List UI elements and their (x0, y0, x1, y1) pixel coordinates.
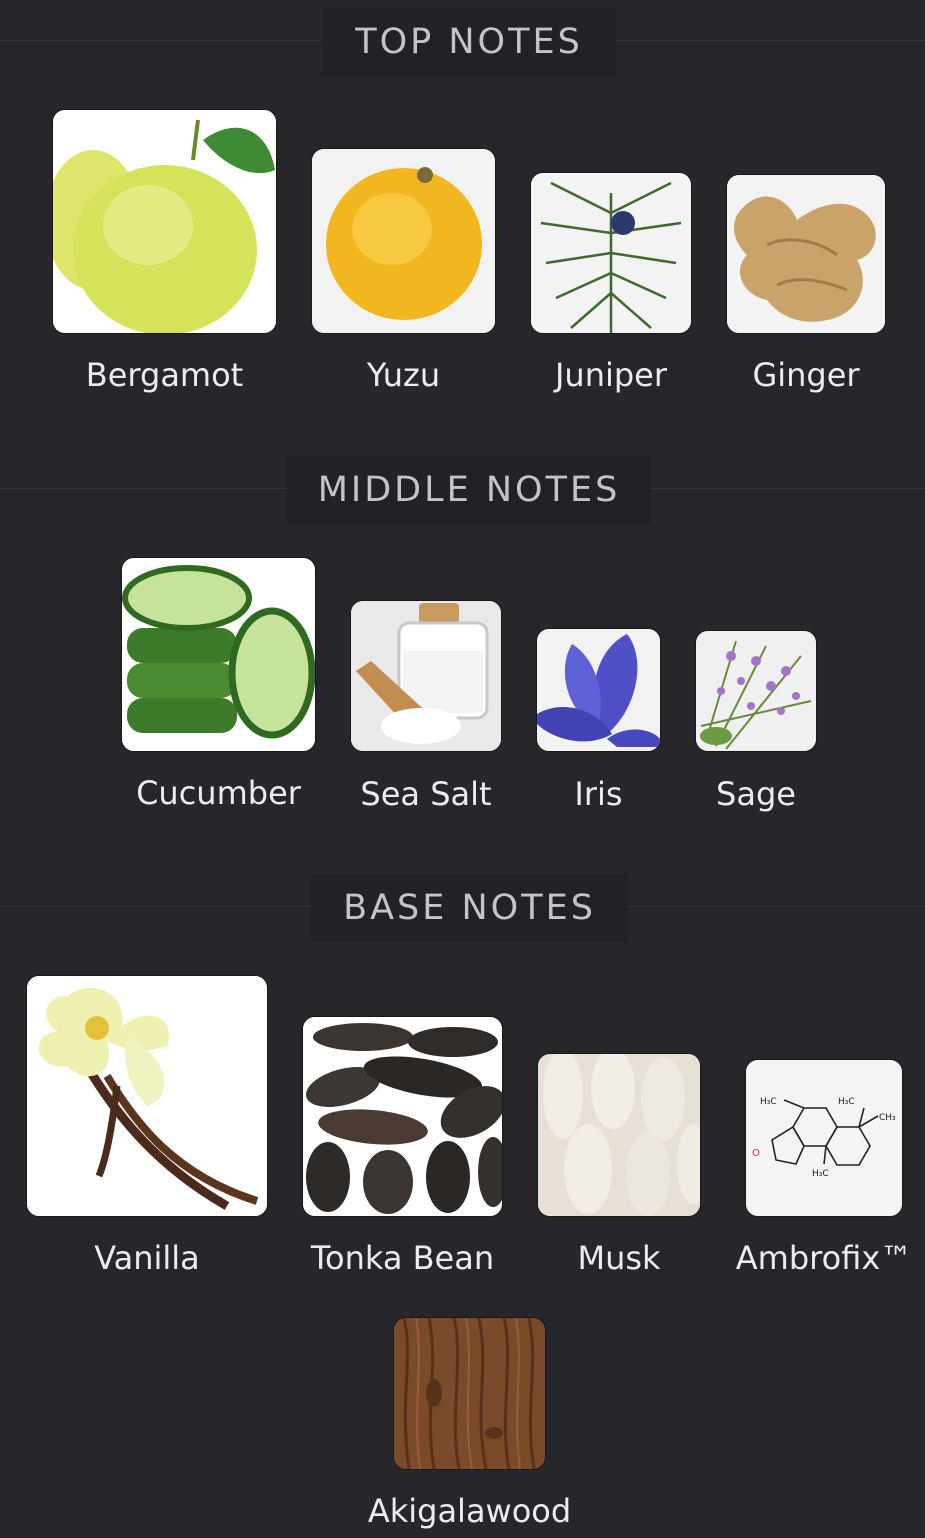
sea-salt-image (351, 601, 501, 751)
middle-notes-header: MIDDLE NOTES (0, 452, 925, 524)
base-notes-header: BASE NOTES (0, 870, 925, 942)
section-title-base-notes: BASE NOTES (343, 888, 596, 928)
section-title-top-notes: TOP NOTES (355, 22, 583, 62)
note-label: Ambrofix™ (735, 1239, 913, 1277)
note-label: Ginger (752, 356, 860, 394)
svg-text:O: O (752, 1148, 760, 1159)
musk-image (538, 1054, 700, 1216)
cucumber-image (122, 558, 315, 751)
section-title-middle-notes: MIDDLE NOTES (317, 470, 621, 510)
yuzu-image (312, 149, 495, 333)
akigalawood-image (394, 1318, 545, 1469)
note-label: Sage (716, 775, 796, 813)
tonka-bean-image (303, 1017, 502, 1216)
note-label: Musk (577, 1239, 661, 1277)
ginger-image (727, 175, 885, 333)
fragrance-notes-page: TOP NOTES Bergamot Yuzu Juniper Ginger M… (0, 0, 925, 1538)
juniper-image (531, 173, 691, 333)
note-label: Bergamot (85, 356, 244, 394)
svg-text:H₃C: H₃C (760, 1097, 777, 1107)
svg-text:H₃C: H₃C (812, 1169, 829, 1179)
ambrofix-molecule-image: H₃C H₃C CH₃ H₃C O (746, 1060, 902, 1216)
note-label: Akigalawood (367, 1492, 572, 1530)
iris-image (537, 629, 660, 751)
svg-text:H₃C: H₃C (838, 1097, 855, 1107)
bergamot-image (53, 110, 276, 333)
top-notes-header: TOP NOTES (0, 4, 925, 76)
svg-text:CH₃: CH₃ (879, 1113, 896, 1123)
sage-image (696, 631, 816, 751)
vanilla-image (27, 976, 267, 1216)
note-label: Vanilla (94, 1239, 200, 1277)
